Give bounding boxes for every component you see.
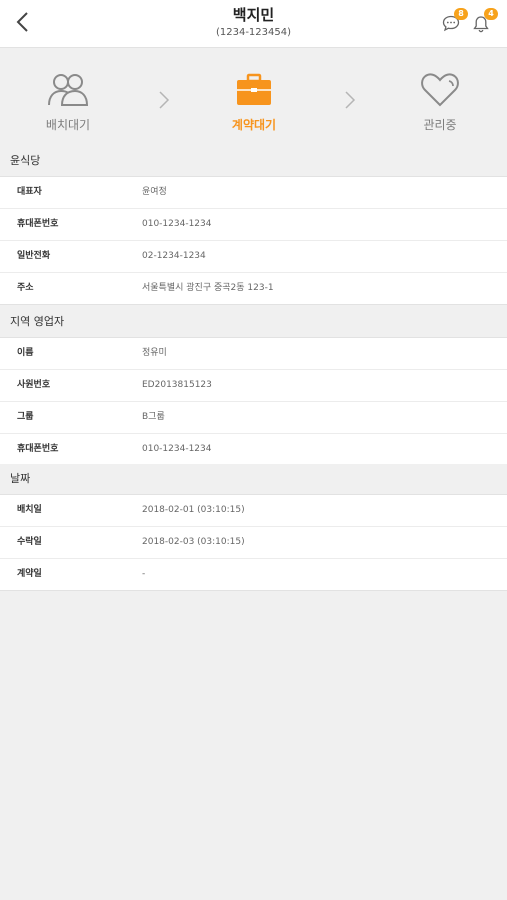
table-row: 배치일 2018-02-01 (03:10:15) [0, 495, 507, 527]
row-label: 일반전화 [17, 251, 51, 261]
row-value: 윤여정 [142, 187, 167, 197]
row-label: 주소 [17, 283, 34, 293]
row-label: 배치일 [17, 505, 42, 515]
row-label: 휴대폰번호 [17, 444, 59, 454]
salesperson-info-table: 이름 정유미 사원번호 ED2013815123 그룹 B그룹 휴대폰번호 01… [0, 337, 507, 466]
table-row: 일반전화 02-1234-1234 [0, 241, 507, 273]
row-value: 2018-02-03 (03:10:15) [142, 537, 245, 547]
row-label: 사원번호 [17, 380, 51, 390]
row-value: 010-1234-1234 [142, 219, 212, 229]
page-subtitle: (1234-123454) [215, 27, 292, 38]
row-label: 이름 [17, 348, 34, 358]
step-label: 계약대기 [231, 118, 277, 132]
chat-badge: 8 [454, 8, 468, 20]
row-value: ED2013815123 [142, 380, 212, 390]
chat-button[interactable]: 8 [440, 8, 468, 36]
dates-table: 배치일 2018-02-01 (03:10:15) 수락일 2018-02-03… [0, 494, 507, 591]
notification-button[interactable]: 4 [470, 8, 498, 36]
row-label: 계약일 [17, 569, 42, 579]
step-label: 배치대기 [45, 118, 91, 132]
row-value: 010-1234-1234 [142, 444, 212, 454]
heart-icon [421, 73, 459, 107]
app-header: 백지민 (1234-123454) 8 4 [0, 0, 507, 48]
table-row: 휴대폰번호 010-1234-1234 [0, 209, 507, 241]
section-title-salesperson: 지역 영업자 [0, 307, 507, 337]
table-row: 수락일 2018-02-03 (03:10:15) [0, 527, 507, 559]
row-value: B그룹 [142, 412, 165, 422]
notification-badge: 4 [484, 8, 498, 20]
row-value: - [142, 569, 146, 579]
chevron-right-icon [344, 90, 356, 114]
table-row: 주소 서울특별시 광진구 중곡2동 123-1 [0, 273, 507, 304]
step-waiting-assignment: 배치대기 [13, 70, 123, 133]
row-label: 휴대폰번호 [17, 219, 59, 229]
step-waiting-contract: 계약대기 [199, 70, 309, 133]
step-managing: 관리중 [385, 70, 495, 133]
row-value: 서울특별시 광진구 중곡2동 123-1 [142, 283, 274, 293]
page-title: 백지민 [232, 6, 275, 24]
row-label: 그룹 [17, 412, 34, 422]
table-row: 이름 정유미 [0, 338, 507, 370]
section-title-dates: 날짜 [0, 464, 507, 494]
header-title-block: 백지민 (1234-123454) [0, 6, 507, 39]
table-row: 계약일 - [0, 559, 507, 590]
people-icon [48, 74, 89, 106]
table-row: 그룹 B그룹 [0, 402, 507, 434]
table-row: 사원번호 ED2013815123 [0, 370, 507, 402]
table-row: 대표자 윤여정 [0, 177, 507, 209]
step-label: 관리중 [423, 118, 457, 132]
row-value: 02-1234-1234 [142, 251, 206, 261]
row-value: 정유미 [142, 348, 167, 358]
restaurant-info-table: 대표자 윤여정 휴대폰번호 010-1234-1234 일반전화 02-1234… [0, 176, 507, 305]
table-row: 휴대폰번호 010-1234-1234 [0, 434, 507, 465]
status-steps: 배치대기 계약대기 관리중 [0, 48, 507, 145]
row-label: 대표자 [17, 187, 42, 197]
briefcase-icon [237, 73, 271, 105]
section-title-restaurant: 윤식당 [0, 146, 507, 176]
row-label: 수락일 [17, 537, 42, 547]
chevron-right-icon [158, 90, 170, 114]
row-value: 2018-02-01 (03:10:15) [142, 505, 245, 515]
